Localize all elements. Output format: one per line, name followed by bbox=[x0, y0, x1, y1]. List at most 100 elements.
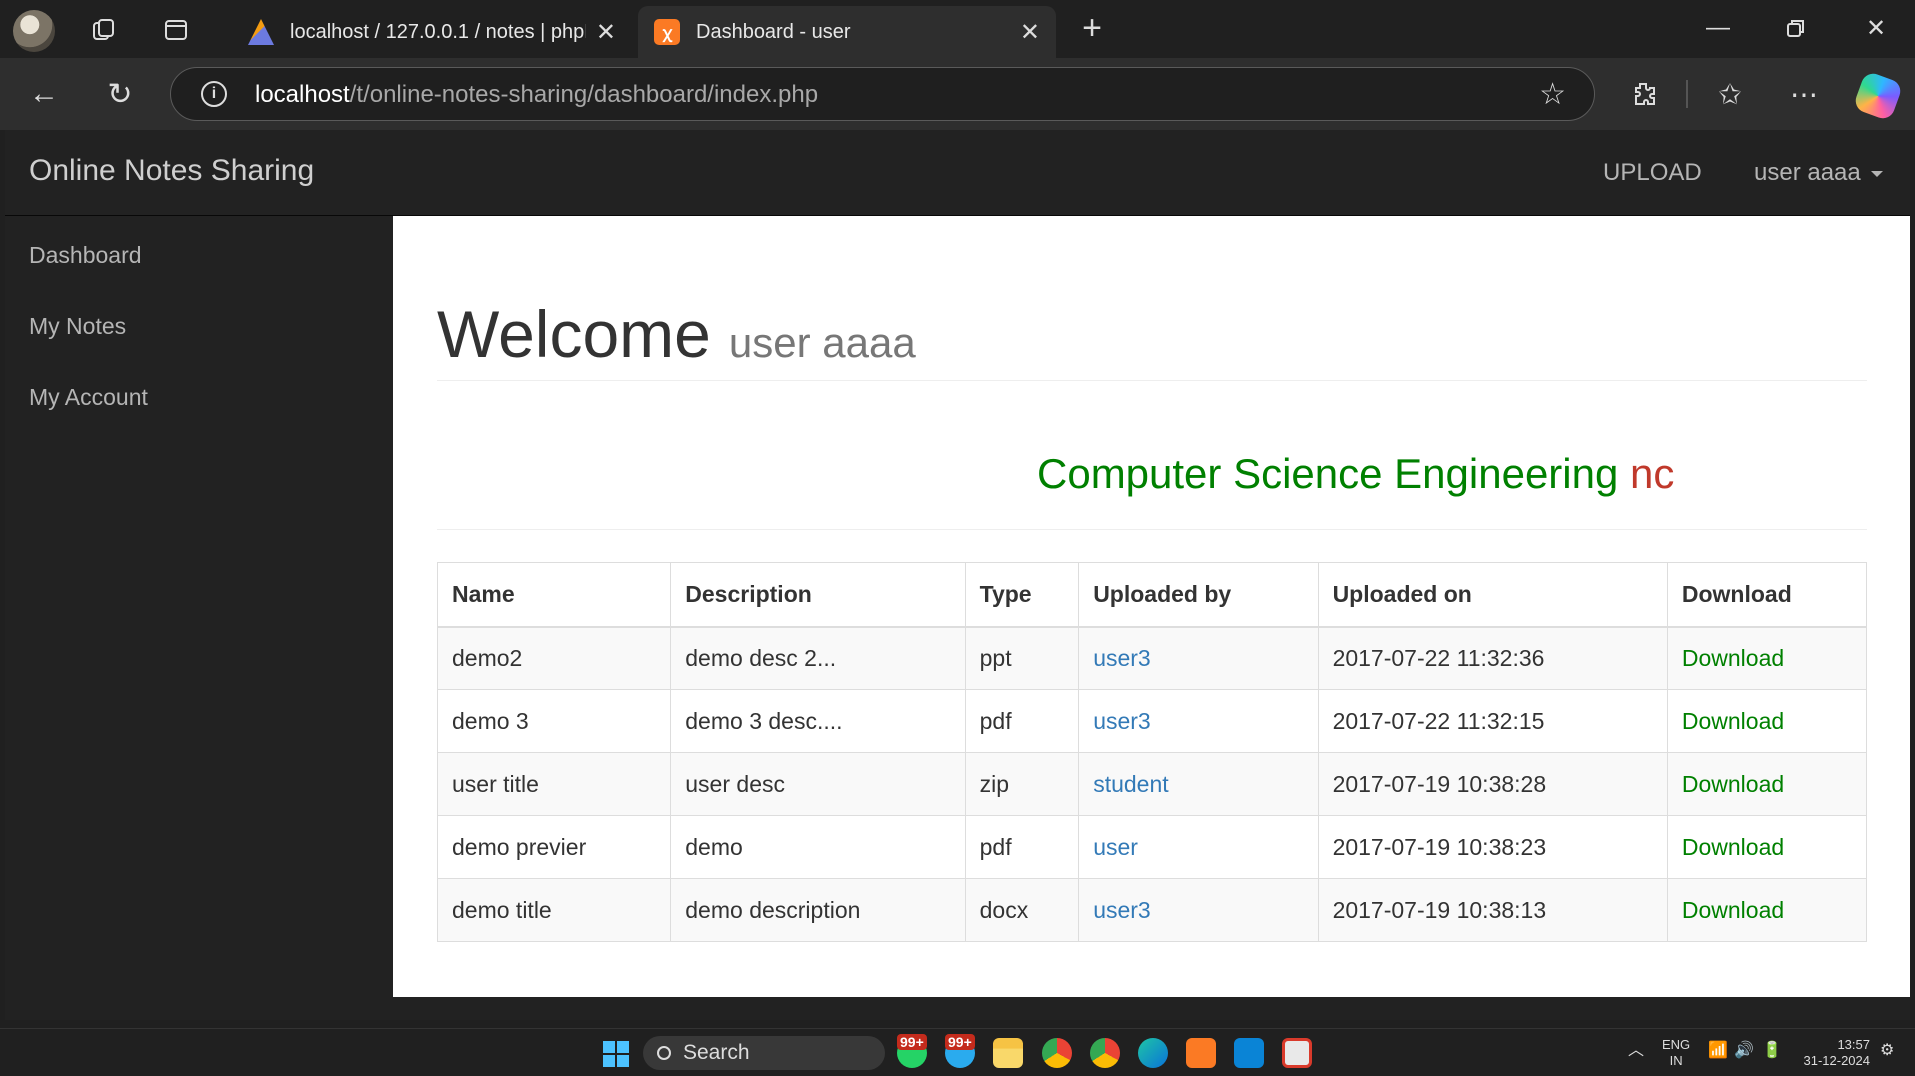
new-tab-button[interactable]: + bbox=[1072, 8, 1112, 48]
cell-uploaded-on: 2017-07-22 11:32:36 bbox=[1317, 626, 1668, 690]
cell-name: user title bbox=[436, 752, 672, 816]
clock[interactable]: 13:57 31-12-2024 bbox=[1798, 1037, 1871, 1069]
refresh-icon[interactable]: ↻ bbox=[98, 72, 142, 116]
app-icon[interactable] bbox=[1282, 1038, 1312, 1068]
cell-type: ppt bbox=[964, 626, 1080, 690]
tab-actions-icon[interactable] bbox=[156, 10, 196, 50]
close-icon[interactable]: ✕ bbox=[596, 18, 616, 47]
minimize-button[interactable]: — bbox=[1688, 8, 1748, 48]
uploader-link[interactable]: user3 bbox=[1093, 645, 1151, 671]
sidebar: Dashboard My Notes My Account bbox=[5, 216, 393, 1020]
table-row: demo2 demo desc 2... ppt user3 2017-07-2… bbox=[436, 626, 1868, 690]
divider bbox=[437, 529, 1867, 530]
uploader-link[interactable]: user3 bbox=[1093, 708, 1151, 734]
whatsapp-icon[interactable]: 99+ bbox=[897, 1034, 927, 1068]
marquee-tail: nc bbox=[1630, 450, 1675, 497]
divider bbox=[437, 380, 1867, 381]
battery-icon[interactable]: 🔋 bbox=[1762, 1043, 1782, 1059]
page-viewport: Online Notes Sharing UPLOAD user aaaa Da… bbox=[5, 130, 1910, 1020]
extensions-icon[interactable] bbox=[1624, 74, 1664, 114]
header-uploaded-by: Uploaded by bbox=[1078, 562, 1319, 628]
taskbar-search-label: Search bbox=[683, 1041, 750, 1064]
file-explorer-icon[interactable] bbox=[993, 1038, 1023, 1068]
table-row: user title user desc zip student 2017-07… bbox=[436, 752, 1868, 816]
lang-label: ENG bbox=[1662, 1037, 1691, 1052]
brand-link[interactable]: Online Notes Sharing bbox=[29, 154, 314, 188]
chrome-profile-icon[interactable] bbox=[1090, 1038, 1120, 1068]
download-link[interactable]: Download bbox=[1682, 771, 1784, 797]
xampp-icon: ꭓ bbox=[654, 19, 680, 45]
cell-description: demo description bbox=[670, 878, 966, 942]
clock-time: 13:57 bbox=[1837, 1037, 1870, 1052]
url-path: /t/online-notes-sharing/dashboard/index.… bbox=[349, 81, 819, 108]
notes-table: Name Description Type Uploaded by Upload… bbox=[436, 562, 1868, 942]
favorites-icon[interactable]: ✩ bbox=[1710, 74, 1750, 114]
sidebar-item-my-notes[interactable]: My Notes bbox=[29, 313, 126, 340]
taskbar-search[interactable]: Search bbox=[643, 1036, 885, 1070]
upload-link[interactable]: UPLOAD bbox=[1603, 159, 1702, 187]
copilot-icon[interactable] bbox=[1852, 70, 1904, 122]
os-taskbar: Search 99+ 99+ ︿ ENG IN 📶 🔊 🔋 13:57 31-1… bbox=[0, 1028, 1915, 1076]
back-arrow-icon[interactable]: ← bbox=[22, 72, 66, 116]
restore-button[interactable] bbox=[1766, 8, 1826, 48]
cell-uploaded-on: 2017-07-19 10:38:13 bbox=[1317, 878, 1668, 942]
edge-icon[interactable] bbox=[1138, 1038, 1168, 1068]
notifications-icon[interactable]: ⚙ bbox=[1880, 1043, 1894, 1059]
page-title: Welcome user aaaa bbox=[437, 296, 916, 372]
download-link[interactable]: Download bbox=[1682, 645, 1784, 671]
user-dropdown[interactable]: user aaaa bbox=[1754, 159, 1883, 187]
tab-phpmyadmin[interactable]: localhost / 127.0.0.1 / notes | phpMyAdm… bbox=[232, 6, 632, 58]
tab-dashboard[interactable]: ꭓ Dashboard - user ✕ bbox=[638, 6, 1056, 58]
cell-description: demo 3 desc.... bbox=[670, 689, 966, 753]
windows-start-icon[interactable] bbox=[603, 1041, 629, 1067]
close-window-button[interactable]: ✕ bbox=[1846, 8, 1906, 48]
cell-description: demo bbox=[670, 815, 966, 879]
table-header-row: Name Description Type Uploaded by Upload… bbox=[436, 562, 1868, 628]
cell-name: demo 3 bbox=[436, 689, 672, 753]
browser-toolbar: ← ↻ i localhost/t/online-notes-sharing/d… bbox=[0, 58, 1915, 130]
telegram-icon[interactable]: 99+ bbox=[945, 1034, 975, 1068]
browser-titlebar: localhost / 127.0.0.1 / notes | phpMyAdm… bbox=[0, 0, 1915, 58]
wifi-icon[interactable]: 📶 bbox=[1708, 1043, 1728, 1059]
xampp-taskbar-icon[interactable] bbox=[1186, 1038, 1216, 1068]
header-description: Description bbox=[670, 562, 966, 628]
uploader-link[interactable]: user bbox=[1093, 834, 1138, 860]
cell-description: demo desc 2... bbox=[670, 626, 966, 690]
favorite-star-icon[interactable]: ☆ bbox=[1539, 77, 1566, 112]
sidebar-item-dashboard[interactable]: Dashboard bbox=[29, 242, 142, 269]
site-info-icon[interactable]: i bbox=[201, 81, 227, 107]
download-link[interactable]: Download bbox=[1682, 897, 1784, 923]
more-options-icon[interactable]: ⋯ bbox=[1784, 74, 1824, 114]
cell-uploaded-on: 2017-07-22 11:32:15 bbox=[1317, 689, 1668, 753]
header-download: Download bbox=[1666, 562, 1868, 628]
address-bar[interactable]: i localhost/t/online-notes-sharing/dashb… bbox=[170, 67, 1595, 121]
region-label: IN bbox=[1669, 1053, 1683, 1068]
uploader-link[interactable]: student bbox=[1093, 771, 1168, 797]
search-icon bbox=[657, 1046, 671, 1060]
cell-uploaded-on: 2017-07-19 10:38:28 bbox=[1317, 752, 1668, 816]
close-icon[interactable]: ✕ bbox=[1020, 18, 1040, 47]
table-row: demo previer demo pdf user 2017-07-19 10… bbox=[436, 815, 1868, 879]
workspaces-icon[interactable] bbox=[84, 10, 124, 50]
announcement-marquee: Computer Science Engineering nc bbox=[437, 450, 1867, 510]
clock-date: 31-12-2024 bbox=[1803, 1053, 1871, 1068]
profile-avatar[interactable] bbox=[13, 10, 55, 52]
language-indicator[interactable]: ENG IN bbox=[1662, 1037, 1690, 1069]
url-text[interactable]: localhost/t/online-notes-sharing/dashboa… bbox=[255, 81, 818, 109]
uploader-link[interactable]: user3 bbox=[1093, 897, 1151, 923]
header-type: Type bbox=[964, 562, 1080, 628]
welcome-username: user aaaa bbox=[728, 319, 916, 366]
cell-description: user desc bbox=[670, 752, 966, 816]
vscode-icon[interactable] bbox=[1234, 1038, 1264, 1068]
cell-name: demo title bbox=[436, 878, 672, 942]
volume-icon[interactable]: 🔊 bbox=[1734, 1043, 1754, 1059]
download-link[interactable]: Download bbox=[1682, 708, 1784, 734]
chrome-icon[interactable] bbox=[1042, 1038, 1072, 1068]
caret-down-icon bbox=[1870, 170, 1883, 177]
sidebar-item-my-account[interactable]: My Account bbox=[29, 384, 148, 411]
tray-chevron-up-icon[interactable]: ︿ bbox=[1628, 1043, 1644, 1059]
notification-badge: 99+ bbox=[945, 1034, 975, 1050]
cell-type: pdf bbox=[964, 815, 1080, 879]
marquee-main: Computer Science Engineering bbox=[1037, 450, 1619, 497]
download-link[interactable]: Download bbox=[1682, 834, 1784, 860]
